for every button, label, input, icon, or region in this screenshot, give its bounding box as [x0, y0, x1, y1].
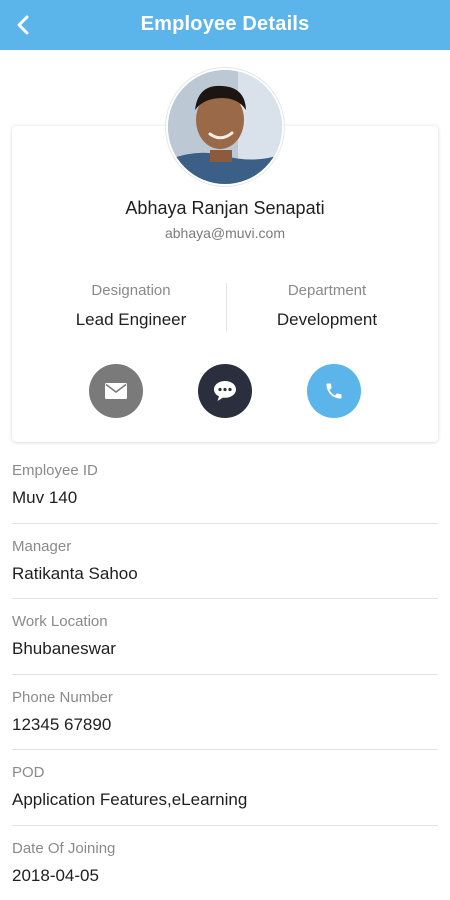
designation-label: Designation [91, 282, 171, 299]
phone-icon [326, 383, 342, 399]
page-title: Employee Details [140, 13, 310, 35]
chat-icon [214, 381, 236, 401]
designation-value: Lead Engineer [75, 310, 187, 329]
detail-label: Phone Number [12, 688, 113, 706]
detail-label: Employee ID [12, 462, 98, 479]
employee-email[interactable]: abhaya@muvi.com [0, 225, 450, 241]
detail-label: Date Of Joining [12, 839, 116, 857]
detail-row-date-of-joining: Date Of Joining 2018-04-05 [12, 826, 438, 900]
department-label: Department [287, 282, 367, 299]
detail-row-pod: POD Application Features,eLearning [12, 750, 438, 826]
detail-value[interactable]: 12345 67890 [12, 715, 111, 735]
mail-icon [105, 383, 127, 399]
detail-label: POD [12, 764, 45, 782]
department-block: Department Development [220, 282, 434, 330]
detail-value: 2018-04-05 [12, 865, 99, 885]
email-button[interactable] [89, 364, 143, 418]
detail-value: Ratikanta Sahoo [12, 563, 138, 583]
detail-label: Work Location [12, 613, 108, 631]
detail-value: Application Features,eLearning [12, 790, 248, 810]
designation-block: Designation Lead Engineer [24, 282, 238, 330]
detail-row-work-location: Work Location Bhubaneswar [12, 599, 438, 675]
chat-button[interactable] [198, 364, 252, 418]
detail-label: Manager [12, 537, 72, 555]
department-value: Development [276, 310, 378, 329]
detail-row-phone-number: Phone Number 12345 67890 [12, 675, 438, 751]
detail-value: Muv 140 [12, 488, 78, 507]
detail-value: Bhubaneswar [12, 639, 116, 659]
employee-name: Abhaya Ranjan Senapati [125, 198, 325, 218]
call-button[interactable] [307, 364, 361, 418]
details-list: Employee ID Muv 140 Manager Ratikanta Sa… [12, 448, 438, 900]
detail-row-employee-id: Employee ID Muv 140 [12, 448, 438, 524]
avatar [166, 68, 284, 186]
app-header: Employee Details [0, 0, 450, 50]
detail-row-manager: Manager Ratikanta Sahoo [12, 524, 438, 600]
